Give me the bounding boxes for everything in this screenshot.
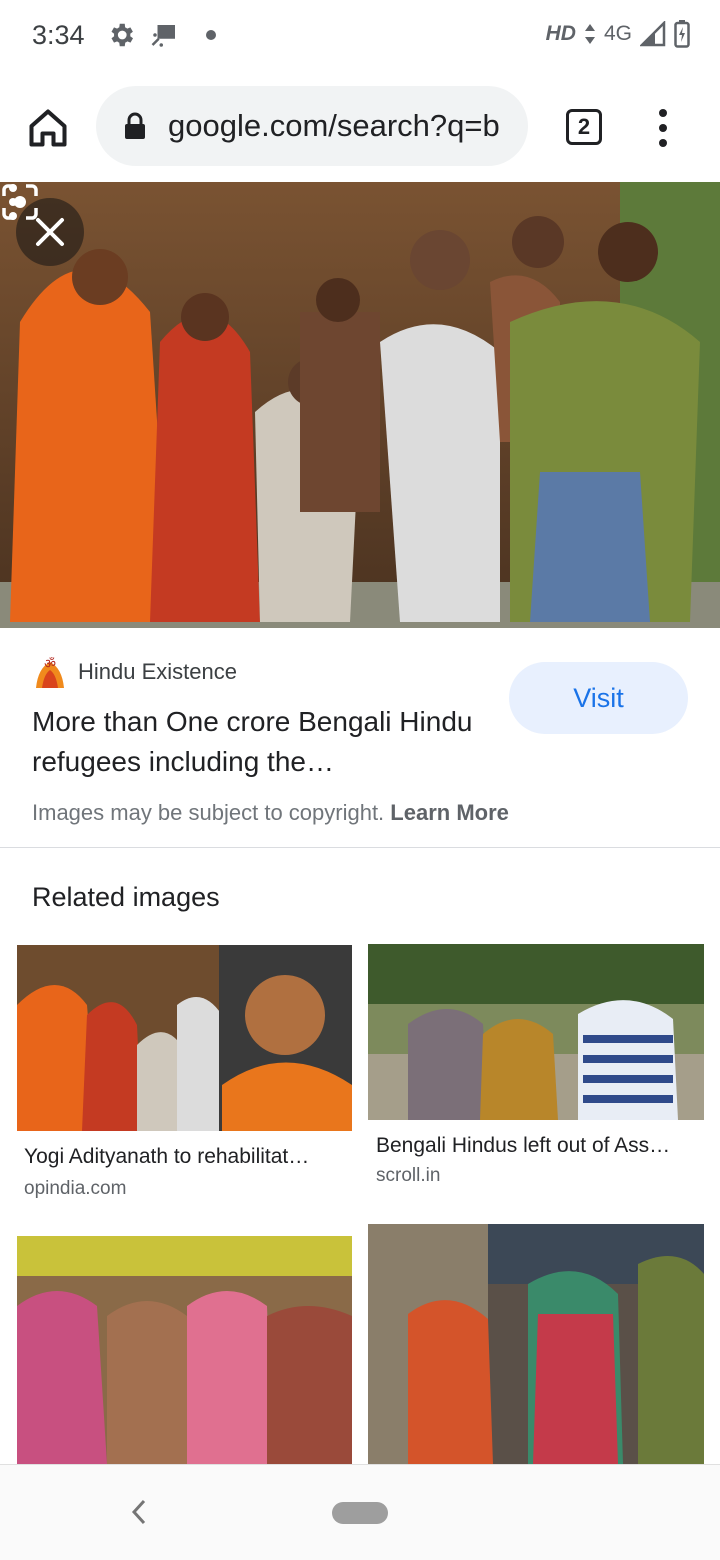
preview-image[interactable] [0,182,720,628]
source-row[interactable]: ॐ Hindu Existence [32,654,237,690]
url-text[interactable]: google.com/search?q=b [168,108,500,144]
divider [0,847,720,848]
related-thumbnail [17,945,352,1131]
photo-family-group [0,182,720,628]
browser-toolbar: google.com/search?q=b 2 [0,72,720,182]
related-site: opindia.com [24,1178,127,1199]
svg-text:ॐ: ॐ [44,657,56,672]
status-right: HD 4G [546,20,690,48]
status-time: 3:34 [32,20,85,50]
home-icon[interactable] [26,106,70,150]
visit-button[interactable]: Visit [509,662,688,734]
data-arrows-icon [584,24,595,44]
related-caption[interactable]: Yogi Adityanath to rehabilitat… [24,1145,344,1169]
more-vert-icon[interactable] [650,106,676,150]
source-name[interactable]: Hindu Existence [78,659,237,685]
related-thumbnail [17,1236,352,1464]
related-thumbnail [368,1224,704,1464]
related-caption[interactable]: Bengali Hindus left out of Ass… [376,1134,698,1158]
hd-indicator: HD [545,22,576,45]
related-image-card[interactable] [368,1224,704,1464]
cast-icon [151,25,175,47]
settings-icon [111,23,133,47]
back-icon[interactable] [128,1497,150,1527]
related-image-card[interactable] [17,1236,352,1464]
battery-icon [674,20,690,48]
result-title[interactable]: More than One crore Bengali Hindu refuge… [32,702,482,782]
learn-more-link[interactable]: Learn More [390,800,509,825]
copyright-notice: Images may be subject to copyright. Lear… [32,800,509,826]
signal-icon [640,21,666,47]
status-bar: 3:34 HD 4G [0,0,720,72]
related-image-card[interactable]: Yogi Adityanath to rehabilitat… opindia.… [17,945,352,1205]
related-thumbnail [368,944,704,1120]
source-logo-icon: ॐ [36,657,64,688]
dot-icon [206,30,216,40]
related-site: scroll.in [376,1165,441,1186]
related-image-card[interactable]: Bengali Hindus left out of Ass… scroll.i… [368,944,704,1194]
system-nav-bar [0,1464,720,1560]
copyright-text: Images may be subject to copyright. [32,800,385,825]
related-images-heading: Related images [32,882,220,912]
lock-icon [125,112,145,139]
home-pill[interactable] [332,1502,388,1524]
tab-switcher-button[interactable]: 2 [566,109,602,145]
image-result-info: ॐ Hindu Existence Visit More than One cr… [0,630,720,848]
network-type: 4G [603,22,632,45]
image-more-vert-icon[interactable] [0,182,26,222]
url-bar[interactable]: google.com/search?q=b [96,86,528,166]
